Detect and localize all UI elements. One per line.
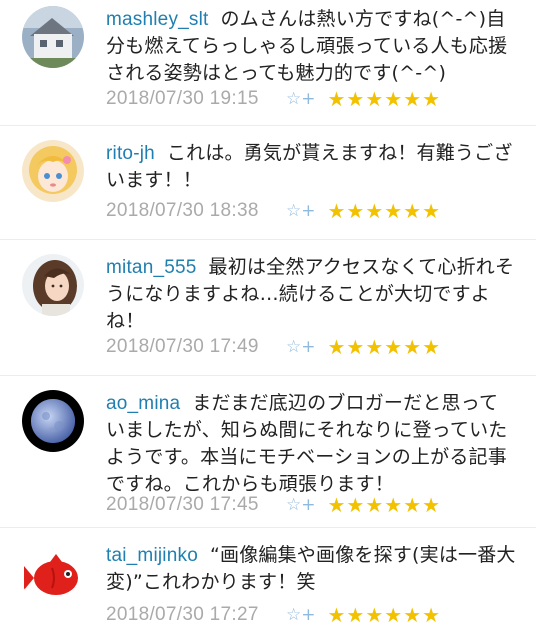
avatar[interactable] — [22, 390, 84, 452]
comment-item: mitan_555 最初は全然アクセスなくて心折れそうになりますよね…続けることが… — [0, 240, 536, 376]
comment-item: rito-jh これは。勇気が貰えますね！有難うございます！！ 2018/07/3… — [0, 126, 536, 240]
comment-meta: 2018/07/30 17:27 ☆+ ★★★★★★ — [106, 600, 441, 630]
timestamp: 2018/07/30 17:45 — [106, 494, 259, 515]
red-fish-icon — [22, 546, 84, 608]
avatar[interactable] — [22, 140, 84, 202]
timestamp: 2018/07/30 17:27 — [106, 604, 259, 625]
add-star-icon[interactable]: ☆+ — [286, 605, 315, 625]
comment-body: ao_mina まだまだ底辺のブロガーだと思っていましたが、知らぬ間にそれなりに登… — [106, 390, 516, 498]
avatar[interactable] — [22, 6, 84, 68]
timestamp: 2018/07/30 19:15 — [106, 88, 259, 109]
username[interactable]: tai_mijinko — [106, 545, 198, 566]
add-star-icon[interactable]: ☆+ — [286, 89, 315, 109]
comment-body: rito-jh これは。勇気が貰えますね！有難うございます！！ — [106, 140, 516, 194]
comment-meta: 2018/07/30 17:45 ☆+ ★★★★★★ — [106, 490, 441, 520]
comment-item: mashley_slt のムさんは熱い方ですね(^-^)自分も燃えてらっしゃるし頑… — [0, 0, 536, 126]
comment-item: ao_mina まだまだ底辺のブロガーだと思っていましたが、知らぬ間にそれなりに登… — [0, 376, 536, 528]
timestamp: 2018/07/30 18:38 — [106, 200, 259, 221]
comment-body: mitan_555 最初は全然アクセスなくて心折れそうになりますよね…続けることが… — [106, 254, 516, 335]
comment-body: mashley_slt のムさんは熱い方ですね(^-^)自分も燃えてらっしゃるし頑… — [106, 6, 516, 87]
comment-text: これは。勇気が貰えますね！有難うございます！！ — [106, 142, 513, 191]
moon-icon — [22, 390, 84, 452]
star-rating: ★★★★★★ — [327, 87, 442, 111]
avatar[interactable] — [22, 546, 84, 608]
star-rating: ★★★★★★ — [327, 603, 442, 627]
star-rating: ★★★★★★ — [327, 493, 442, 517]
house-photo-icon — [22, 6, 84, 68]
avatar[interactable] — [22, 254, 84, 316]
anime-girl-icon — [22, 140, 84, 202]
username[interactable]: rito-jh — [106, 143, 155, 164]
add-star-icon[interactable]: ☆+ — [286, 495, 315, 515]
comment-meta: 2018/07/30 17:49 ☆+ ★★★★★★ — [106, 332, 441, 362]
comment-meta: 2018/07/30 19:15 ☆+ ★★★★★★ — [106, 84, 441, 114]
add-star-icon[interactable]: ☆+ — [286, 337, 315, 357]
star-rating: ★★★★★★ — [327, 199, 442, 223]
add-star-icon[interactable]: ☆+ — [286, 201, 315, 221]
username[interactable]: ao_mina — [106, 393, 180, 414]
username[interactable]: mashley_slt — [106, 9, 209, 30]
star-rating: ★★★★★★ — [327, 335, 442, 359]
comment-item: tai_mijinko “画像編集や画像を探す(実は一番大変)”これわかります！笑… — [0, 528, 536, 640]
username[interactable]: mitan_555 — [106, 257, 197, 278]
timestamp: 2018/07/30 17:49 — [106, 336, 259, 357]
comment-meta: 2018/07/30 18:38 ☆+ ★★★★★★ — [106, 196, 441, 226]
comment-body: tai_mijinko “画像編集や画像を探す(実は一番大変)”これわかります！笑 — [106, 542, 516, 596]
woman-portrait-icon — [22, 254, 84, 316]
